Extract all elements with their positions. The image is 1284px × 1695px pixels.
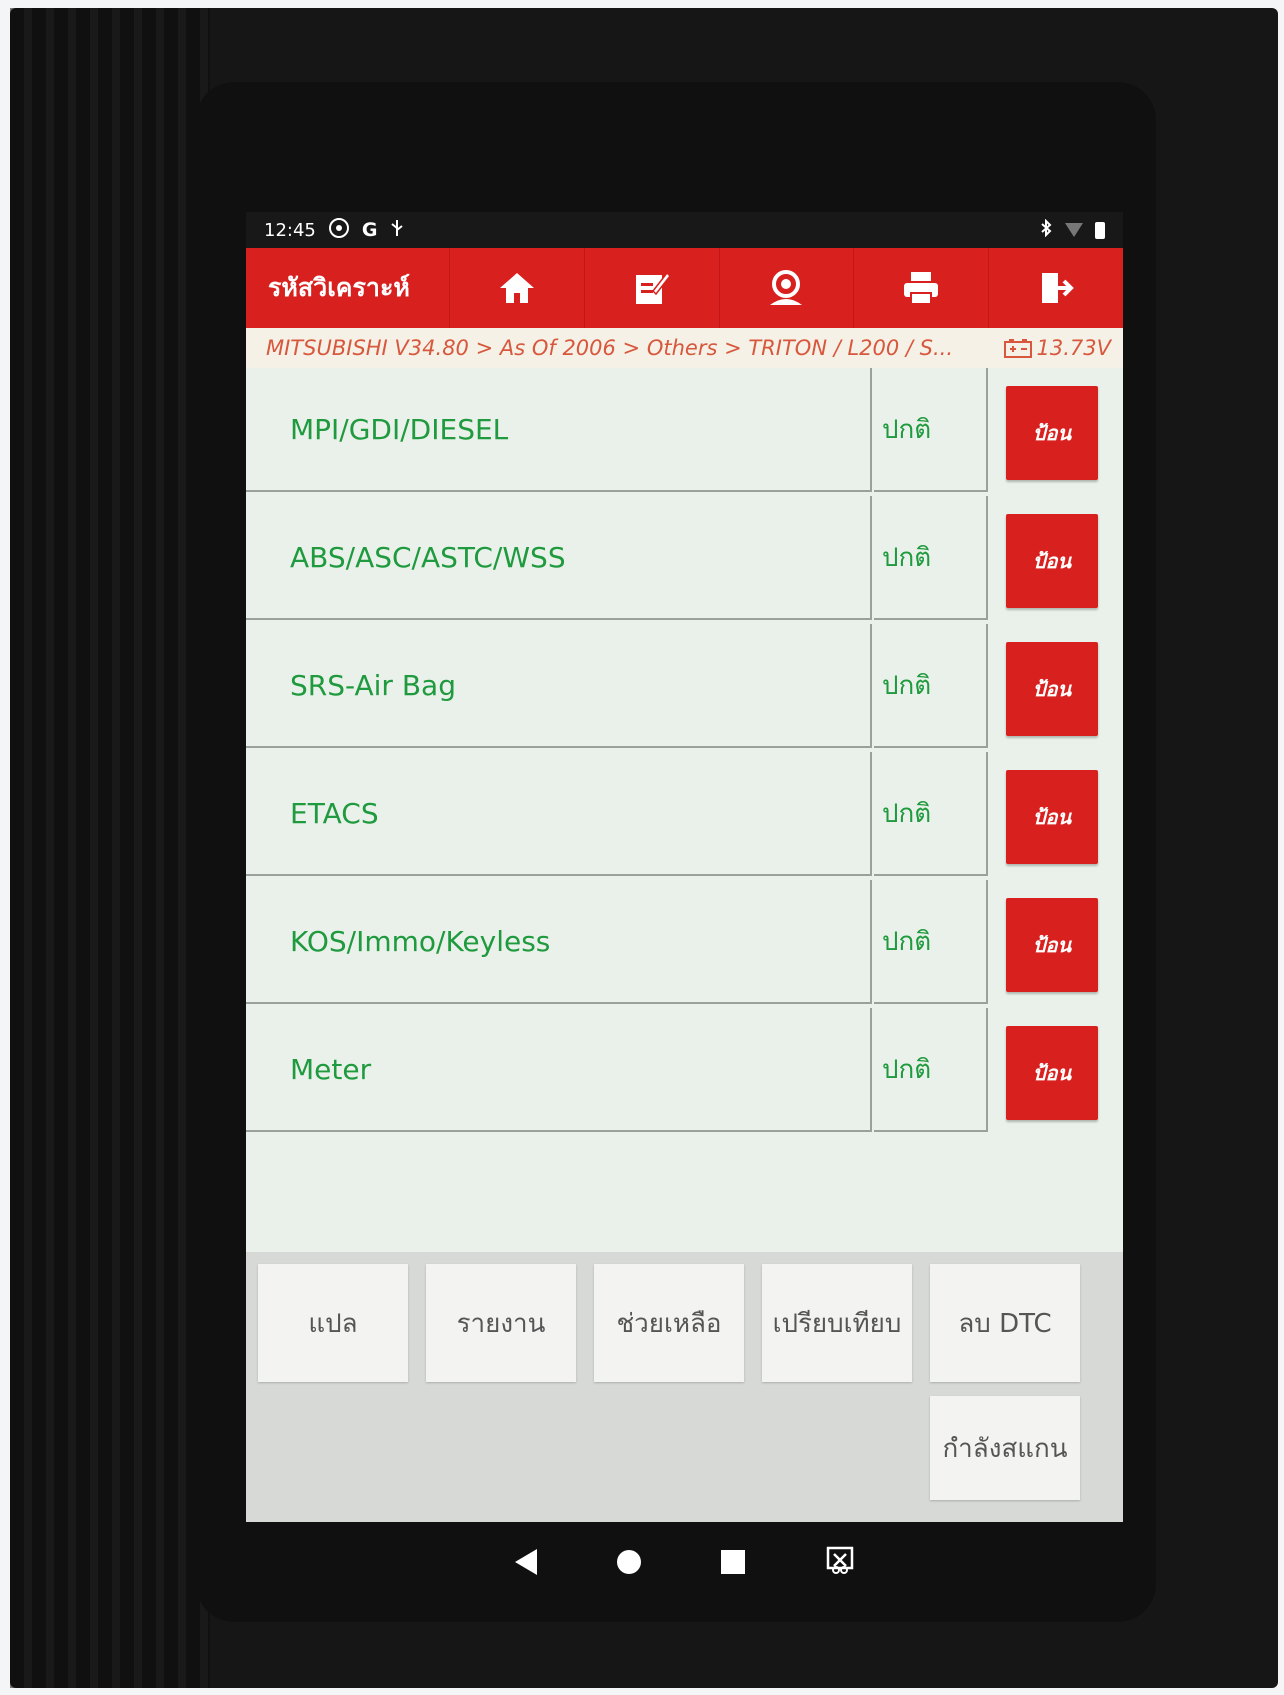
settings-icon [328, 217, 350, 244]
enter-button[interactable]: ป้อน [1006, 386, 1098, 480]
system-status: ปกติ [874, 624, 988, 748]
home-button[interactable] [449, 248, 584, 328]
app-bar: รหัสวิเคราะห์ [246, 248, 1123, 328]
status-bar: 12:45 G [246, 212, 1123, 248]
report-button[interactable]: รายงาน [426, 1264, 576, 1382]
screen: 12:45 G รหัสวิเคราะห์ MITSUBISHI V34.80 … [246, 212, 1123, 1522]
edit-button[interactable] [583, 248, 719, 328]
list-item: ETACS ปกติ ป้อน [246, 752, 1123, 880]
voltage-value: 13.73V [1036, 336, 1111, 360]
system-name: Meter [246, 1008, 872, 1132]
user-icon [770, 270, 803, 305]
google-icon: G [361, 219, 378, 241]
enter-button[interactable]: ป้อน [1006, 642, 1098, 736]
system-name: MPI/GDI/DIESEL [246, 368, 872, 492]
system-status: ปกติ [874, 880, 988, 1004]
list-item: Meter ปกติ ป้อน [246, 1008, 1123, 1136]
battery-icon [1095, 221, 1105, 239]
recents-icon[interactable] [720, 1550, 745, 1574]
system-status: ปกติ [874, 752, 988, 876]
list-item: KOS/Immo/Keyless ปกติ ป้อน [246, 880, 1123, 1008]
android-nav-bar [246, 1522, 1123, 1602]
system-name: ABS/ASC/ASTC/WSS [246, 496, 872, 620]
translate-button[interactable]: แปล [258, 1264, 408, 1382]
clear-dtc-button[interactable]: ลบ DTC [930, 1264, 1080, 1382]
clock: 12:45 [264, 219, 316, 241]
exit-button[interactable] [988, 248, 1123, 328]
list-item: MPI/GDI/DIESEL ปกติ ป้อน [246, 368, 1123, 496]
enter-button[interactable]: ป้อน [1006, 1026, 1098, 1120]
bottom-toolbar: แปล รายงาน ช่วยเหลือ เปรียบเทียบ ลบ DTC … [246, 1252, 1123, 1522]
system-name: KOS/Immo/Keyless [246, 880, 872, 1004]
device-edge [10, 8, 210, 1688]
exit-icon [1042, 273, 1074, 303]
list-item: SRS-Air Bag ปกติ ป้อน [246, 624, 1123, 752]
home-icon [499, 273, 534, 303]
home-circle-icon[interactable] [616, 1550, 641, 1574]
breadcrumb: MITSUBISHI V34.80 > As Of 2006 > Others … [246, 328, 1123, 368]
enter-button[interactable]: ป้อน [1006, 770, 1098, 864]
system-status: ปกติ [874, 1008, 988, 1132]
system-status: ปกติ [874, 496, 988, 620]
breadcrumb-path[interactable]: MITSUBISHI V34.80 > As Of 2006 > Others … [266, 336, 991, 360]
usb-icon [389, 219, 405, 242]
enter-button[interactable]: ป้อน [1006, 514, 1098, 608]
system-status: ปกติ [874, 368, 988, 492]
car-battery-icon [1003, 339, 1032, 358]
print-icon [904, 272, 939, 305]
back-icon[interactable] [514, 1549, 537, 1575]
print-button[interactable] [853, 248, 988, 328]
voltage-indicator: 13.73V [1003, 336, 1111, 360]
screenshot-icon[interactable] [825, 1545, 855, 1579]
bluetooth-icon [1039, 218, 1053, 242]
user-button[interactable] [718, 248, 854, 328]
enter-button[interactable]: ป้อน [1006, 898, 1098, 992]
system-name: SRS-Air Bag [246, 624, 872, 748]
system-list: MPI/GDI/DIESEL ปกติ ป้อน ABS/ASC/ASTC/WS… [246, 368, 1123, 1328]
scanning-button[interactable]: กำลังสแกน [930, 1396, 1080, 1500]
edit-icon [635, 271, 671, 304]
compare-button[interactable]: เปรียบเทียบ [762, 1264, 912, 1382]
system-name: ETACS [246, 752, 872, 876]
help-button[interactable]: ช่วยเหลือ [594, 1264, 744, 1382]
wifi-icon [1065, 223, 1083, 237]
list-item: ABS/ASC/ASTC/WSS ปกติ ป้อน [246, 496, 1123, 624]
page-title: รหัสวิเคราะห์ [268, 273, 410, 302]
